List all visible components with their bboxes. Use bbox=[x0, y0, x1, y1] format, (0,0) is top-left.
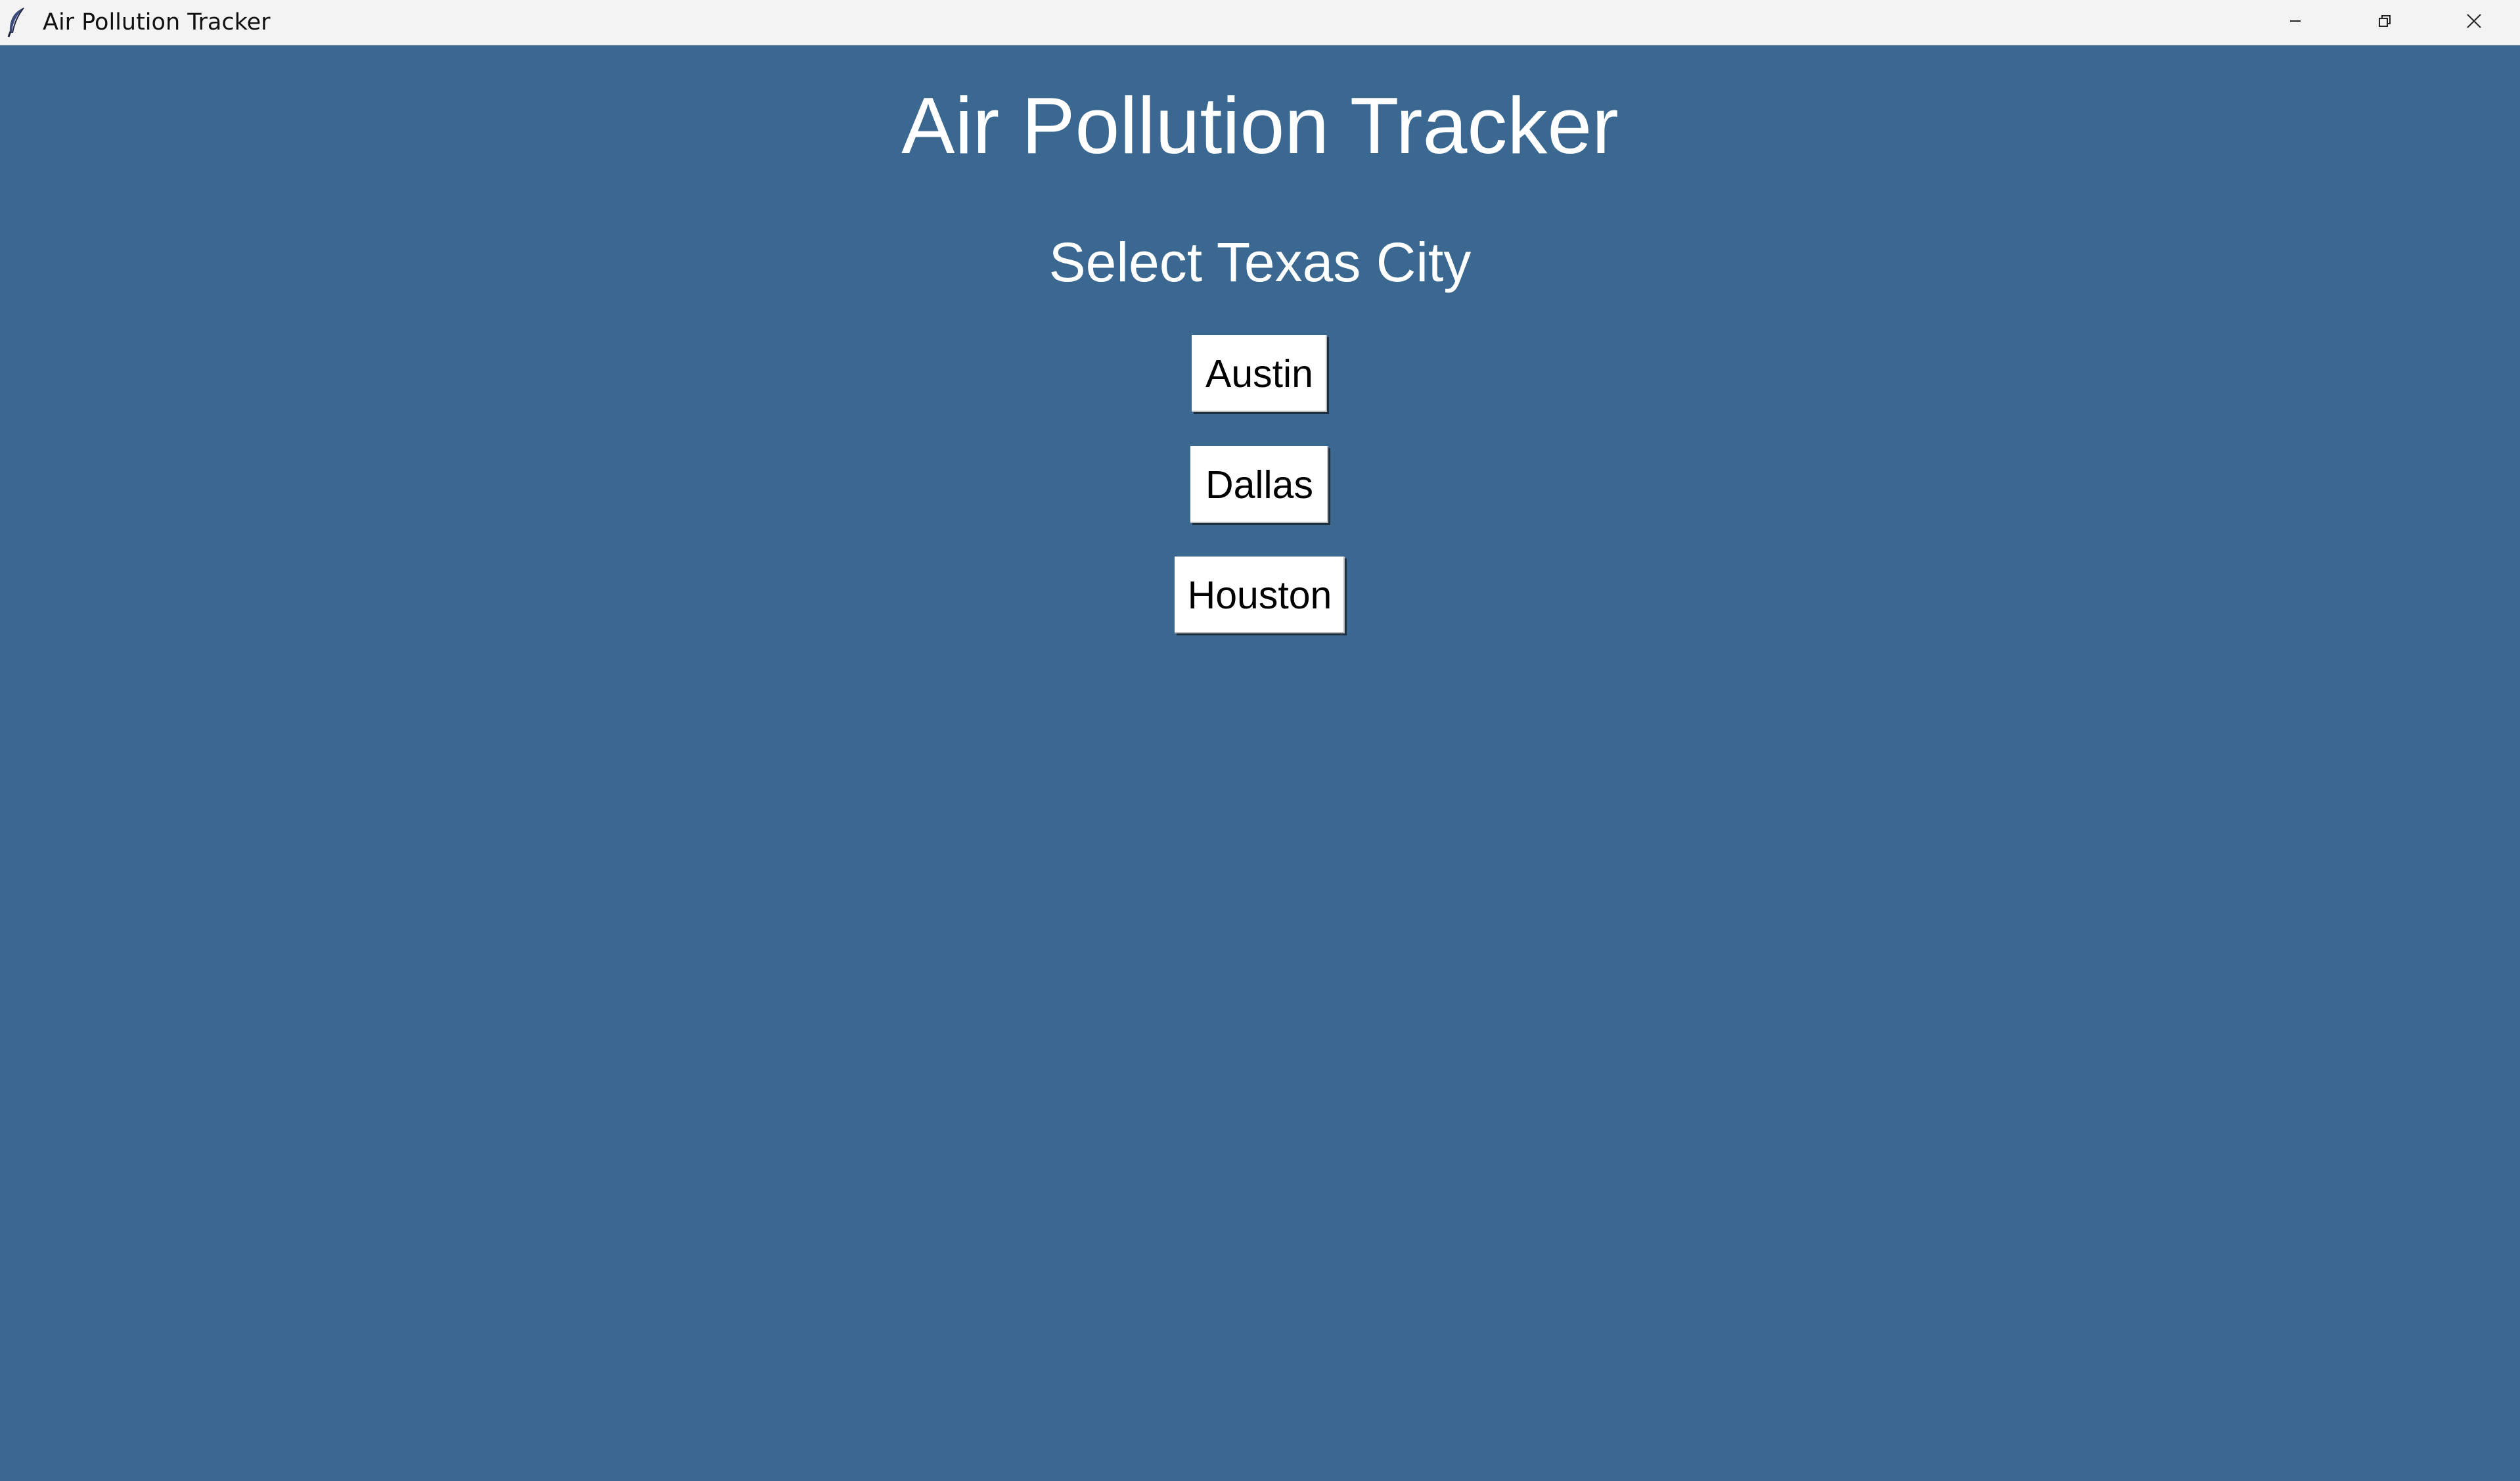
main-content: Air Pollution Tracker Select Texas City … bbox=[0, 45, 2520, 1481]
minimize-icon bbox=[2287, 13, 2303, 32]
title-bar[interactable]: Air Pollution Tracker bbox=[0, 0, 2520, 45]
minimize-button[interactable] bbox=[2251, 0, 2340, 45]
restore-icon bbox=[2377, 13, 2393, 32]
window-title: Air Pollution Tracker bbox=[43, 9, 271, 35]
page-title: Air Pollution Tracker bbox=[901, 81, 1619, 170]
close-button[interactable] bbox=[2429, 0, 2519, 45]
feather-icon bbox=[7, 7, 28, 38]
dallas-button[interactable]: Dallas bbox=[1190, 446, 1328, 523]
maximize-button[interactable] bbox=[2340, 0, 2429, 45]
close-icon bbox=[2465, 12, 2483, 33]
app-window: Air Pollution Tracker Air Pollution Trac… bbox=[0, 0, 2520, 1481]
austin-button[interactable]: Austin bbox=[1192, 335, 1327, 412]
city-prompt: Select Texas City bbox=[1048, 231, 1472, 293]
houston-button[interactable]: Houston bbox=[1175, 557, 1345, 633]
